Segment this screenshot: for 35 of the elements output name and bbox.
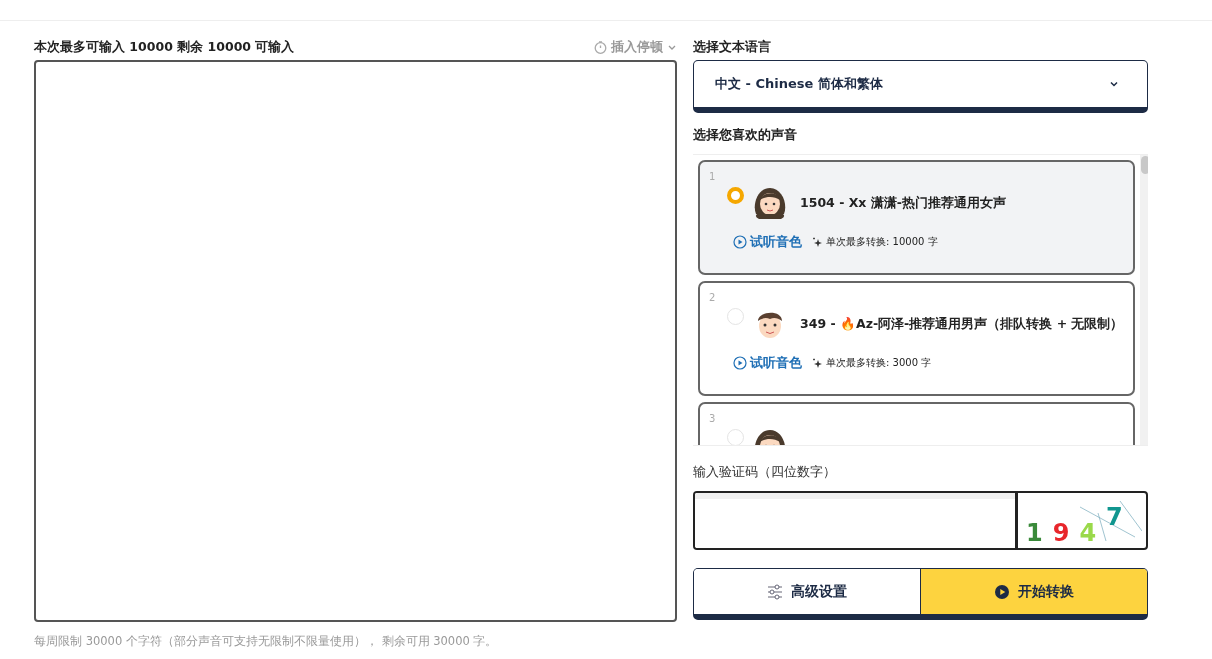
play-icon <box>994 583 1010 600</box>
captcha-field[interactable] <box>693 491 1015 550</box>
play-icon <box>733 356 747 370</box>
timer-icon <box>594 40 607 54</box>
chevron-icon <box>1109 79 1119 89</box>
item-number: 1 <box>709 171 717 183</box>
scrollbar[interactable] <box>1139 155 1148 445</box>
captcha-digit: 4 <box>1079 521 1097 545</box>
voice-card[interactable]: 2 349 - 🔥Az-阿泽-推荐通用男声（排队转换 + 无限制） 试听音色 单次最多转换: 3000 字 <box>698 281 1135 396</box>
sparkle-icon <box>812 236 823 248</box>
language-label: 选择文本语言 <box>693 38 771 56</box>
text-input[interactable] <box>34 60 677 622</box>
captcha-digit: 1 <box>1026 521 1043 545</box>
captcha-label: 输入验证码（四位数字） <box>693 464 837 481</box>
voice-name: 349 - 🔥Az-阿泽-推荐通用男声（排队转换 + 无限制） <box>800 315 1124 333</box>
limit-text: 单次最多转换: 10000 字 <box>826 235 938 249</box>
voice-name: 1504 - Xx 潇潇-热门推荐通用女声 <box>800 194 1006 212</box>
quota-note: 每周限制 30000 个字符（部分声音可支持无限制不限量使用）， 剩余可用 30000 字。 <box>34 634 499 649</box>
captcha-digit: 9 <box>1052 521 1070 545</box>
sparkle-icon <box>812 357 823 369</box>
item-number: 3 <box>709 413 717 425</box>
voice-label: 选择您喜欢的声音 <box>693 127 798 144</box>
captcha-digit: 7 <box>1106 505 1123 529</box>
noise-lines <box>1080 501 1142 541</box>
sliders-icon <box>767 583 783 600</box>
start-button[interactable]: 开始转换 <box>920 569 1147 614</box>
radio-button[interactable] <box>727 187 744 204</box>
preview-link[interactable]: 试听音色 <box>733 354 802 372</box>
voice-card[interactable]: 1 1504 - Xx 潇潇-热门推荐通用女声 试听音色 单次最多转换: 10000 字 <box>698 160 1135 275</box>
language-select[interactable]: 中文 - Chinese 简体和繁体 <box>693 60 1148 113</box>
preview-link[interactable]: 试听音色 <box>733 233 802 251</box>
limit-label: 本次最多可输入 10000 剩余 10000 可输入 <box>34 38 295 56</box>
play-icon <box>733 235 747 249</box>
limit-text: 单次最多转换: 3000 字 <box>826 356 932 370</box>
item-number: 2 <box>709 292 717 304</box>
